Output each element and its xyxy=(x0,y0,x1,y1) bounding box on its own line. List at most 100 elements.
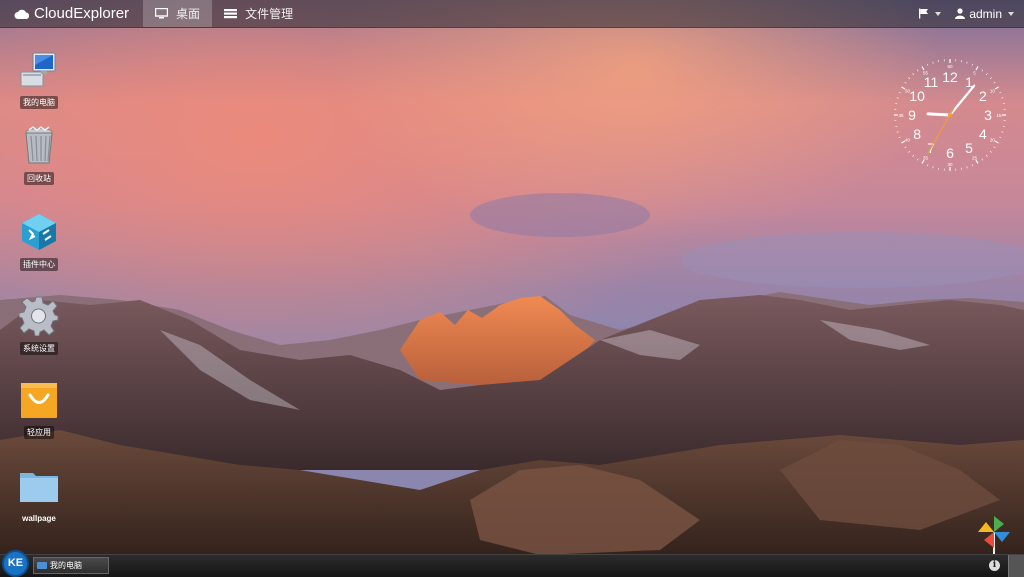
app-title: CloudExplorer xyxy=(34,5,129,22)
taskbar-item-my-computer[interactable]: 我的电脑 xyxy=(33,557,109,574)
clock-tick xyxy=(933,166,934,168)
clock-tick xyxy=(986,73,987,74)
tab-file-manager-label: 文件管理 xyxy=(245,5,293,22)
desktop-icon-label: 回收站 xyxy=(24,172,54,185)
desktop-icon-plugin-center[interactable]: 插件中心 xyxy=(12,212,66,272)
clock-tick xyxy=(922,67,924,70)
desktop-icon-label: 插件中心 xyxy=(20,258,58,271)
clock-hour-number: 11 xyxy=(924,74,939,90)
clock-minute-hand xyxy=(950,86,974,115)
clock-hour-number: 2 xyxy=(979,88,987,104)
desktop-icon-label: 我的电脑 xyxy=(20,96,58,109)
language-menu[interactable] xyxy=(918,8,941,19)
clock-tick xyxy=(999,92,1001,93)
clock-tick xyxy=(922,160,924,163)
clock-tick xyxy=(917,70,918,72)
tab-desktop-label: 桌面 xyxy=(176,5,200,22)
clock-tick xyxy=(986,155,987,156)
desktop-icon-light-apps[interactable]: 轻应用 xyxy=(12,380,66,440)
clock-minute-mark: 45 xyxy=(898,113,904,118)
clock-tick xyxy=(972,164,973,166)
clock-tick xyxy=(982,70,983,72)
flag-icon xyxy=(918,8,929,19)
desktop-wallpaper xyxy=(0,0,1024,576)
computer-icon xyxy=(37,562,47,569)
clock-minute-mark: 25 xyxy=(972,155,978,160)
clock-minute-mark: 35 xyxy=(923,155,929,160)
clock-tick xyxy=(972,64,973,66)
clock-hour-number: 12 xyxy=(942,69,958,85)
clock-hour-number: 3 xyxy=(984,107,992,123)
clock-tick xyxy=(908,151,909,152)
desktop-icon-label: 轻应用 xyxy=(24,426,54,439)
clock-tick xyxy=(995,87,998,89)
clock-center xyxy=(948,113,952,117)
computer-icon xyxy=(19,50,59,90)
clock-tick xyxy=(1001,98,1003,99)
top-bar: CloudExplorer 桌面 文件管理 admin xyxy=(0,0,1024,28)
clock-minute-mark: 10 xyxy=(990,89,996,94)
gear-icon xyxy=(19,296,59,336)
trash-icon xyxy=(19,126,59,166)
clock-tick xyxy=(933,62,934,64)
clock-widget: 60510152025303540455055121234567891011 xyxy=(890,55,1010,175)
app-brand[interactable]: CloudExplorer xyxy=(0,0,143,27)
clock-hour-number: 10 xyxy=(909,88,925,104)
user-icon xyxy=(955,8,965,19)
desktop-icon-settings[interactable]: 系统设置 xyxy=(12,296,66,356)
clock-tick xyxy=(1001,132,1003,133)
clock-tick xyxy=(976,160,978,163)
shopping-bag-icon xyxy=(19,380,59,420)
user-menu[interactable]: admin xyxy=(955,7,1014,21)
tab-file-manager[interactable]: 文件管理 xyxy=(212,0,305,27)
clock-tick xyxy=(908,78,909,79)
desktop-icon-my-computer[interactable]: 我的电脑 xyxy=(12,50,66,110)
clock-tick xyxy=(976,67,978,70)
monitor-icon xyxy=(155,8,168,19)
cloud-icon xyxy=(14,8,30,20)
clock-hour-number: 5 xyxy=(965,140,973,156)
folder-icon xyxy=(19,466,59,506)
clock-hour-number: 8 xyxy=(913,126,921,142)
taskbar: KE 我的电脑 i xyxy=(0,554,1024,577)
clock-tick xyxy=(994,82,996,83)
clock-tick xyxy=(905,147,907,148)
pinwheel-icon[interactable] xyxy=(976,514,1012,554)
tab-desktop[interactable]: 桌面 xyxy=(143,0,212,27)
clock-tick xyxy=(913,155,914,156)
desktop-icon-label: wallpage xyxy=(19,513,59,524)
clock-minute-mark: 20 xyxy=(990,138,996,143)
clock-tick xyxy=(994,147,996,148)
analog-clock: 60510152025303540455055121234567891011 xyxy=(890,55,1010,175)
start-button[interactable]: KE xyxy=(2,550,29,577)
clock-hour-number: 6 xyxy=(946,145,954,161)
clock-tick xyxy=(899,92,901,93)
desktop-icon-recycle-bin[interactable]: 回收站 xyxy=(12,126,66,186)
clock-tick xyxy=(927,164,928,166)
clock-hour-number: 4 xyxy=(979,126,987,142)
clock-tick xyxy=(905,82,907,83)
list-icon xyxy=(224,8,237,19)
clock-minute-mark: 40 xyxy=(905,138,911,143)
chevron-down-icon xyxy=(1008,12,1014,16)
clock-tick xyxy=(899,137,901,138)
clock-minute-mark: 15 xyxy=(996,113,1002,118)
clock-minute-mark: 5 xyxy=(973,71,976,76)
clock-tick xyxy=(927,64,928,66)
clock-tick xyxy=(967,166,968,168)
clock-tick xyxy=(917,159,918,161)
clock-tick xyxy=(995,141,998,143)
clock-tick xyxy=(982,159,983,161)
clock-minute-mark: 30 xyxy=(947,162,953,167)
desktop-icon-label: 系统设置 xyxy=(20,342,58,355)
desktop-icon-wallpage-folder[interactable]: wallpage xyxy=(12,466,66,526)
show-desktop-button[interactable] xyxy=(1008,555,1024,577)
plugin-cube-icon xyxy=(19,212,59,252)
chevron-down-icon xyxy=(935,12,941,16)
clock-tick xyxy=(990,151,991,152)
clock-hour-number: 9 xyxy=(908,107,916,123)
clock-tick xyxy=(999,137,1001,138)
info-icon[interactable]: i xyxy=(989,560,1000,571)
clock-tick xyxy=(897,98,899,99)
taskbar-item-label: 我的电脑 xyxy=(50,560,82,571)
